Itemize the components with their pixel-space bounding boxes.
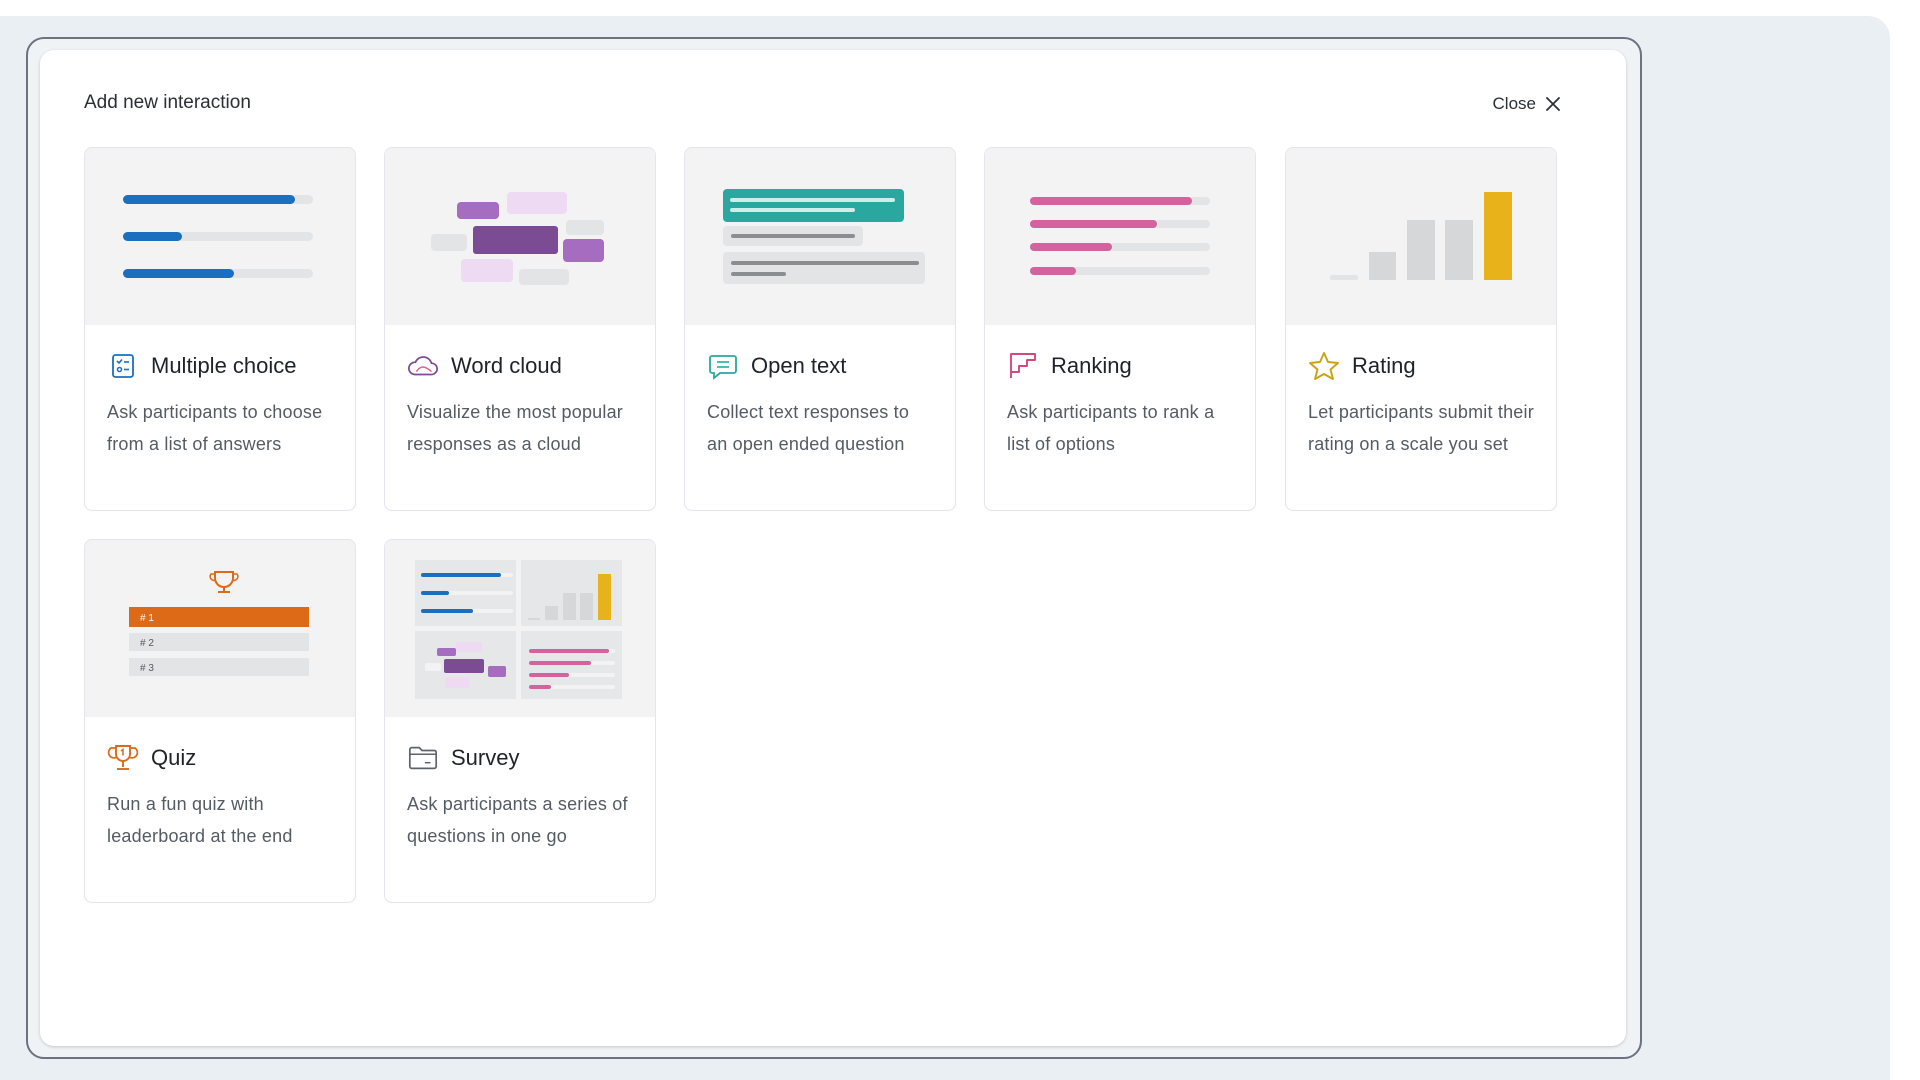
card-multiple-choice[interactable]: Multiple choice Ask participants to choo… bbox=[84, 147, 356, 511]
card-title: Open text bbox=[751, 353, 847, 378]
close-label: Close bbox=[1492, 94, 1536, 113]
rating-preview bbox=[1286, 148, 1556, 325]
card-survey[interactable]: Survey Ask participants a series of ques… bbox=[384, 539, 656, 903]
ranking-icon bbox=[1007, 350, 1039, 382]
ranking-preview bbox=[985, 148, 1255, 325]
word-cloud-preview bbox=[385, 148, 655, 325]
card-description: Visualize the most popular responses as … bbox=[407, 402, 623, 454]
card-rating[interactable]: Rating Let participants submit their rat… bbox=[1285, 147, 1557, 511]
close-icon bbox=[1546, 97, 1560, 111]
checklist-icon bbox=[107, 350, 139, 382]
cloud-icon bbox=[407, 350, 439, 382]
card-description: Ask participants to choose from a list o… bbox=[107, 402, 323, 454]
card-description: Let participants submit their rating on … bbox=[1308, 402, 1534, 454]
close-button[interactable]: Close bbox=[1493, 94, 1560, 114]
add-interaction-modal: Add new interaction Close Multiple choic… bbox=[40, 50, 1626, 1046]
quiz-rank-2: # 2 bbox=[140, 638, 154, 649]
open-text-preview bbox=[685, 148, 955, 325]
star-icon bbox=[1308, 350, 1340, 382]
card-open-text[interactable]: Open text Collect text responses to an o… bbox=[684, 147, 956, 511]
card-word-cloud[interactable]: Word cloud Visualize the most popular re… bbox=[384, 147, 656, 511]
survey-preview bbox=[385, 540, 655, 717]
card-quiz[interactable]: # 1 # 2 # 3 Quiz Run a fun quiz with lea… bbox=[84, 539, 356, 903]
card-ranking[interactable]: Ranking Ask participants to rank a list … bbox=[984, 147, 1256, 511]
modal-title: Add new interaction bbox=[84, 92, 251, 113]
card-title: Ranking bbox=[1051, 353, 1132, 378]
quiz-preview: # 1 # 2 # 3 bbox=[85, 540, 355, 717]
card-title: Survey bbox=[451, 745, 520, 770]
card-title: Word cloud bbox=[451, 353, 562, 378]
chat-bubble-icon bbox=[707, 350, 739, 382]
card-title: Quiz bbox=[151, 745, 197, 770]
folder-icon bbox=[407, 742, 439, 774]
card-description: Ask participants a series of questions i… bbox=[407, 794, 628, 846]
quiz-rank-1: # 1 bbox=[140, 613, 154, 624]
card-description: Run a fun quiz with leaderboard at the e… bbox=[107, 794, 293, 846]
card-description: Collect text responses to an open ended … bbox=[707, 402, 910, 454]
card-title: Rating bbox=[1352, 353, 1416, 378]
quiz-rank-3: # 3 bbox=[140, 663, 154, 674]
trophy-icon bbox=[107, 742, 139, 774]
card-description: Ask participants to rank a list of optio… bbox=[1007, 402, 1215, 454]
multiple-choice-preview bbox=[85, 148, 355, 325]
card-title: Multiple choice bbox=[151, 353, 297, 378]
